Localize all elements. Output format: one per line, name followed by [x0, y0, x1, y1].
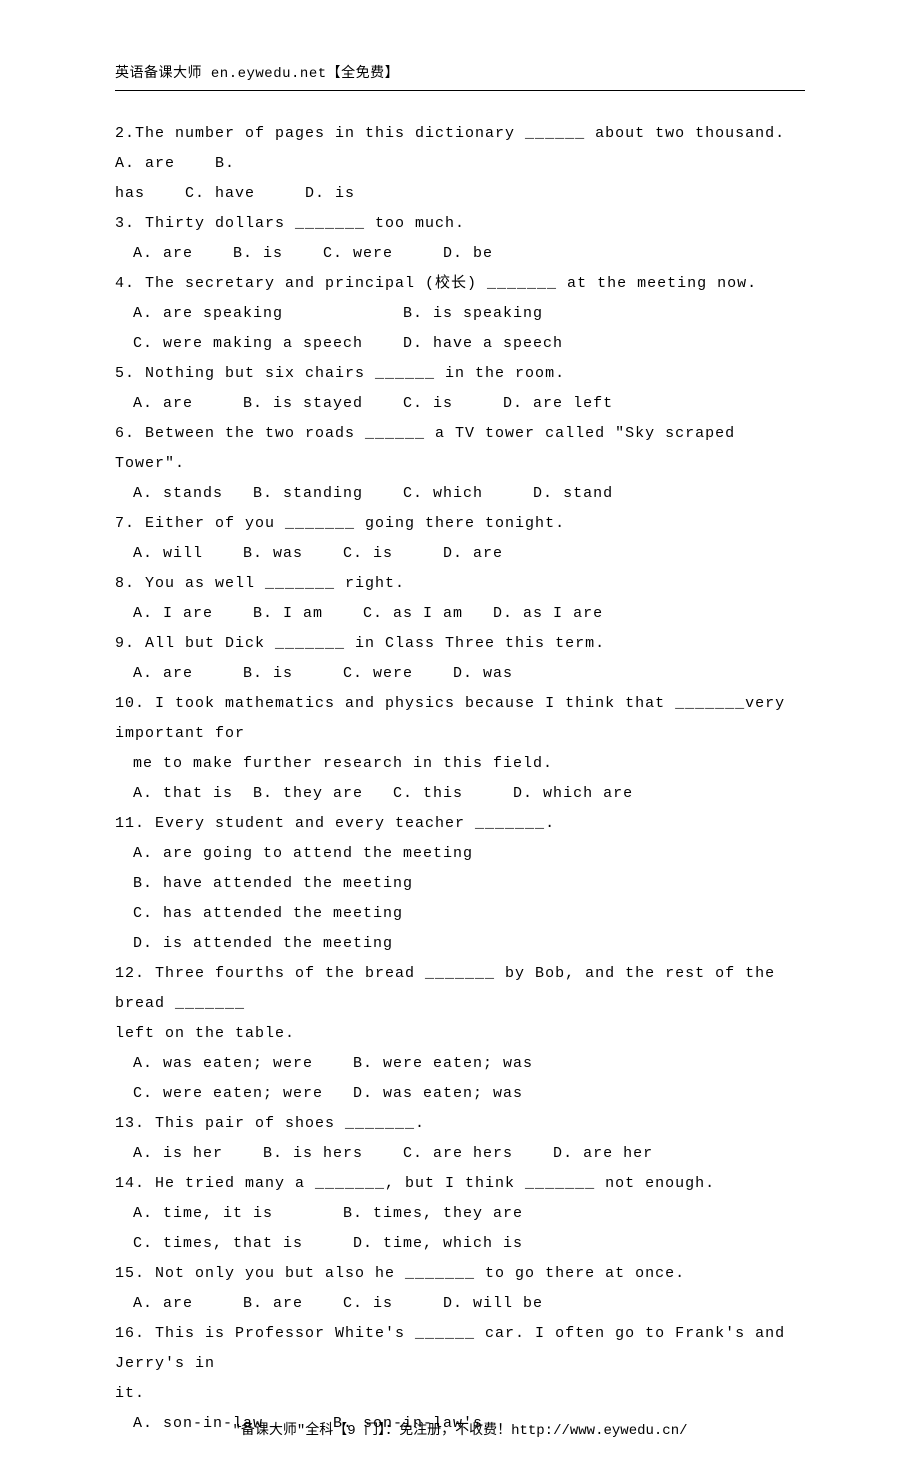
text-line: A. I are B. I am C. as I am D. as I are	[115, 599, 805, 629]
text-line: A. time, it is B. times, they are	[115, 1199, 805, 1229]
text-line: 5. Nothing but six chairs ______ in the …	[115, 359, 805, 389]
text-line: A. are B. are C. is D. will be	[115, 1289, 805, 1319]
text-line: left on the table.	[115, 1019, 805, 1049]
text-line: it.	[115, 1379, 805, 1409]
text-line: A. are B. is C. were D. was	[115, 659, 805, 689]
text-line: A. was eaten; were B. were eaten; was	[115, 1049, 805, 1079]
text-line: C. has attended the meeting	[115, 899, 805, 929]
text-line: A. is her B. is hers C. are hers D. are …	[115, 1139, 805, 1169]
text-line: 13. This pair of shoes _______.	[115, 1109, 805, 1139]
text-line: C. were making a speech D. have a speech	[115, 329, 805, 359]
text-line: A. are going to attend the meeting	[115, 839, 805, 869]
page-header: 英语备课大师 en.eywedu.net【全免费】	[115, 60, 805, 91]
text-line: A. stands B. standing C. which D. stand	[115, 479, 805, 509]
text-line: 15. Not only you but also he _______ to …	[115, 1259, 805, 1289]
text-line: 16. This is Professor White's ______ car…	[115, 1319, 805, 1379]
text-line: A. are B. is stayed C. is D. are left	[115, 389, 805, 419]
text-line: 2.The number of pages in this dictionary…	[115, 119, 805, 179]
text-line: 8. You as well _______ right.	[115, 569, 805, 599]
text-line: 6. Between the two roads ______ a TV tow…	[115, 419, 805, 479]
text-line: 7. Either of you _______ going there ton…	[115, 509, 805, 539]
text-line: me to make further research in this fiel…	[115, 749, 805, 779]
text-line: 10. I took mathematics and physics becau…	[115, 689, 805, 749]
page-footer: "备课大师"全科【9 门】：免注册，不收费！http://www.eywedu.…	[0, 1417, 920, 1445]
text-line: D. is attended the meeting	[115, 929, 805, 959]
text-line: 14. He tried many a _______, but I think…	[115, 1169, 805, 1199]
text-line: 3. Thirty dollars _______ too much.	[115, 209, 805, 239]
text-line: A. are B. is C. were D. be	[115, 239, 805, 269]
document-body: 2.The number of pages in this dictionary…	[115, 119, 805, 1439]
text-line: 12. Three fourths of the bread _______ b…	[115, 959, 805, 1019]
text-line: B. have attended the meeting	[115, 869, 805, 899]
text-line: 11. Every student and every teacher ____…	[115, 809, 805, 839]
text-line: A. will B. was C. is D. are	[115, 539, 805, 569]
text-line: C. were eaten; were D. was eaten; was	[115, 1079, 805, 1109]
document-page: 英语备课大师 en.eywedu.net【全免费】 2.The number o…	[0, 0, 920, 1479]
text-line: C. times, that is D. time, which is	[115, 1229, 805, 1259]
text-line: A. are speaking B. is speaking	[115, 299, 805, 329]
text-line: A. that is B. they are C. this D. which …	[115, 779, 805, 809]
text-line: 4. The secretary and principal (校长) ____…	[115, 269, 805, 299]
text-line: has C. have D. is	[115, 179, 805, 209]
text-line: 9. All but Dick _______ in Class Three t…	[115, 629, 805, 659]
